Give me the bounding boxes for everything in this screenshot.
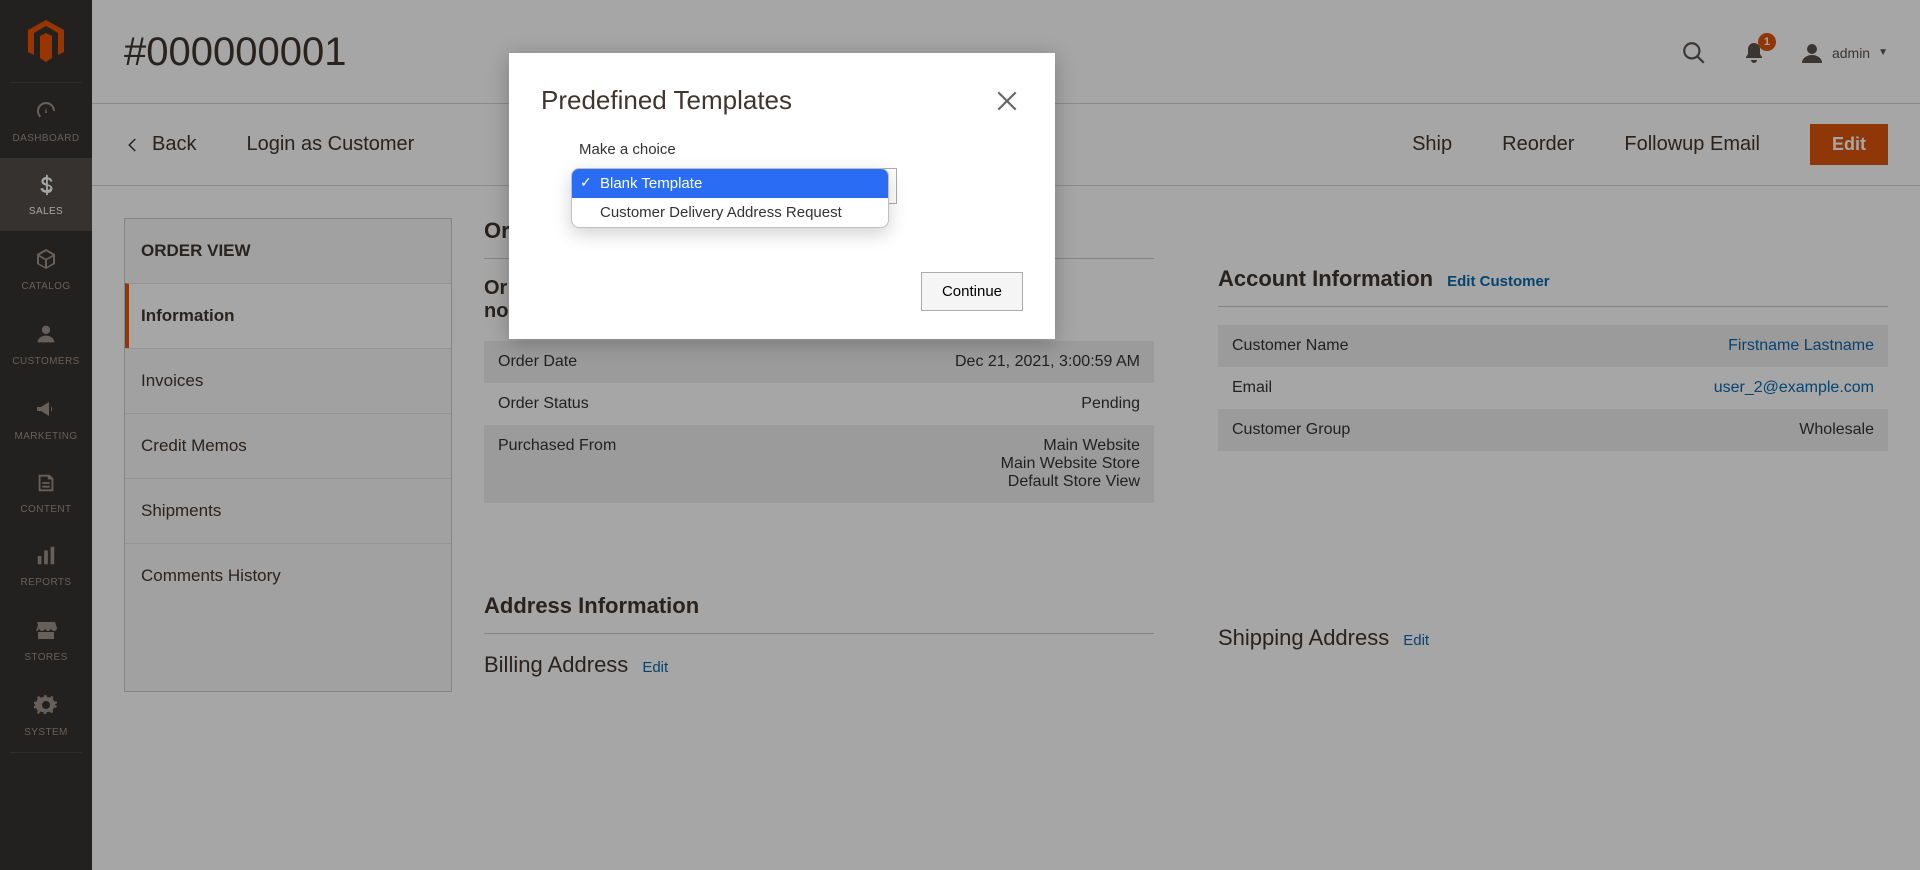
modal-label: Make a choice (579, 141, 1023, 158)
template-dropdown: Blank TemplateCustomer Delivery Address … (571, 168, 889, 228)
continue-button[interactable]: Continue (921, 272, 1023, 311)
close-icon (994, 88, 1020, 114)
template-option[interactable]: Blank Template (572, 169, 888, 198)
modal-close-button[interactable] (991, 85, 1023, 117)
template-option[interactable]: Customer Delivery Address Request (572, 198, 888, 227)
predefined-templates-modal: Predefined Templates Make a choice Blank… (509, 53, 1055, 339)
modal-title: Predefined Templates (541, 85, 991, 116)
